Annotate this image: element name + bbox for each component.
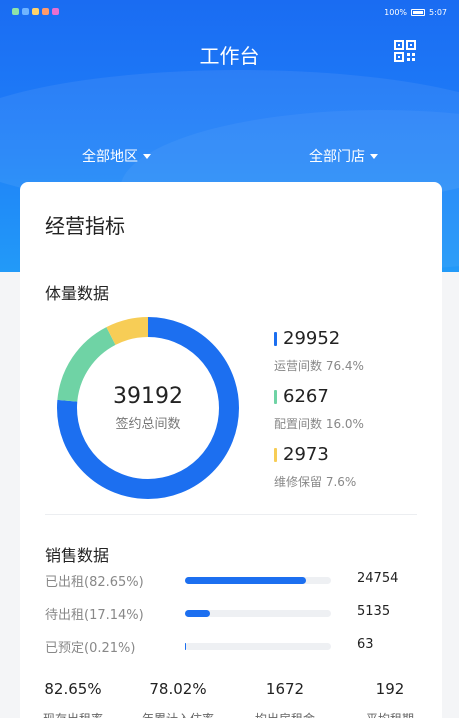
sales-row-value: 5135 [357,604,391,619]
volume-donut-chart: 39192 签约总间数 [56,316,240,500]
volume-section-title: 体量数据 [45,284,110,303]
legend-value: 29952 [283,328,341,349]
legend-label: 运营间数 76.4% [274,359,364,373]
donut-total-value: 39192 [113,384,183,409]
sales-row-label: 已出租(82.65%) [45,575,144,590]
progress-fill [185,610,211,617]
notification-icon [42,8,49,15]
section-divider [45,514,417,515]
stat-label: 现存出租率 [23,710,123,718]
sales-row-label: 待出租(17.14%) [45,608,144,623]
progress-track [185,577,331,584]
qr-code-icon[interactable] [394,40,416,62]
filter-bar: 全部地区 全部门店 [0,146,459,166]
region-filter-label: 全部地区 [82,149,138,165]
progress-fill [185,643,187,650]
battery-percent: 100% [384,8,408,17]
donut-total-label: 签约总间数 [115,417,181,432]
notification-icons [12,8,59,15]
page-title: 工作台 [199,44,260,68]
stat-value: 82.65% [44,680,102,698]
legend-color-swatch [274,331,277,346]
sales-row-rented: 已出租(82.65%) 24754 [45,571,425,591]
sales-row-value: 63 [357,637,374,652]
stat-value: 78.02% [149,680,207,698]
clock: 5:07 [429,8,447,17]
legend-value: 2973 [283,444,329,465]
legend-item-maintenance: 2973 维修保留 7.6% [274,444,356,490]
region-filter[interactable]: 全部地区 [82,146,151,166]
stat-avg-lease[interactable]: 192 平均租期 [340,680,440,718]
stat-value: 1672 [265,680,305,698]
progress-track [185,643,331,650]
legend-item-configured: 6267 配置间数 16.0% [274,386,364,432]
battery-icon [411,9,426,16]
legend-label: 维修保留 7.6% [274,475,357,489]
stat-label: 平均租期 [340,710,440,718]
stat-label: 年累计入住率 [128,710,228,718]
sales-row-reserved: 已预定(0.21%) 63 [45,637,425,657]
status-bar: 100% 5:07 [0,0,459,22]
metrics-card: 经营指标 体量数据 39192 签约总间数 29952 运营间数 76.4% 6… [20,182,442,718]
notification-icon [32,8,39,15]
notification-icon [52,8,59,15]
progress-track [185,610,331,617]
legend-item-operating: 29952 运营间数 76.4% [274,328,364,374]
notification-icon [12,8,19,15]
caret-down-icon [370,153,378,159]
store-filter[interactable]: 全部门店 [309,146,378,166]
legend-value: 6267 [283,386,329,407]
sales-row-pending: 待出租(17.14%) 5135 [45,604,425,624]
card-title: 经营指标 [45,214,125,238]
notification-icon [22,8,29,15]
store-filter-label: 全部门店 [309,149,365,165]
stat-label: 均出房租金 [235,710,335,718]
summary-stats: 82.65% 现存出租率 78.02% 年累计入住率 1672 均出房租金 19… [20,680,442,718]
stat-annual-occupancy[interactable]: 78.02% 年累计入住率 [128,680,228,718]
legend-color-swatch [274,389,277,404]
sales-row-value: 24754 [357,571,399,586]
stat-occupancy[interactable]: 82.65% 现存出租率 [23,680,123,718]
sales-row-label: 已预定(0.21%) [45,641,136,656]
stat-avg-rent[interactable]: 1672 均出房租金 [235,680,335,718]
progress-fill [185,577,306,584]
sales-section-title: 销售数据 [45,546,110,565]
legend-label: 配置间数 16.0% [274,417,364,431]
legend-color-swatch [274,447,277,462]
stat-value: 192 [375,680,405,698]
caret-down-icon [143,153,151,159]
